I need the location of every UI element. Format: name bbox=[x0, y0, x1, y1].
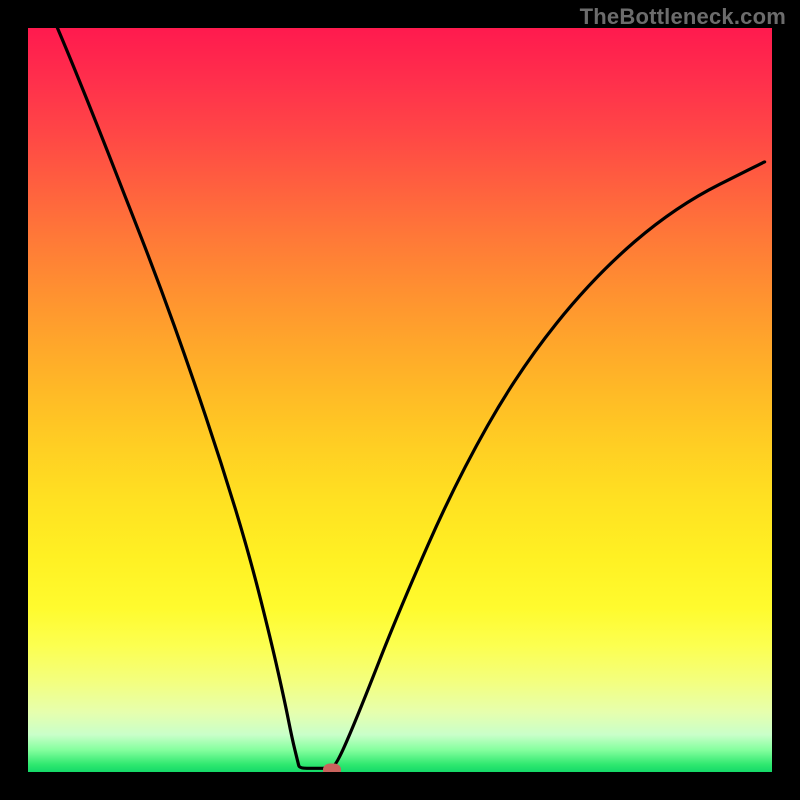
watermark-text: TheBottleneck.com bbox=[580, 4, 786, 30]
bottleneck-curve bbox=[28, 28, 772, 772]
curve-path bbox=[28, 28, 765, 768]
chart-frame: TheBottleneck.com bbox=[0, 0, 800, 800]
minimum-marker bbox=[323, 763, 341, 772]
plot-area bbox=[28, 28, 772, 772]
